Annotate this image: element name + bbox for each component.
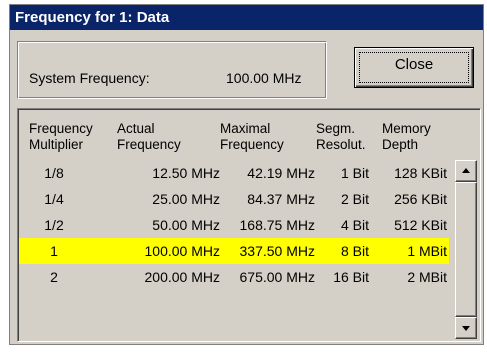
cell-memory-depth: 2 MBit [407,269,447,285]
system-frequency-label: System Frequency: [29,70,150,86]
cell-memory-depth: 1 MBit [407,243,447,259]
table-row[interactable]: 1/8 12.50 MHz 42.19 MHz 1 Bit 128 KBit [19,160,449,186]
header-frequency-multiplier: Frequency Multiplier [29,121,93,153]
cell-maximal-frequency: 42.19 MHz [247,165,315,181]
close-button[interactable]: Close [354,47,474,88]
header-line: Frequency [117,137,181,152]
cell-actual-frequency: 12.50 MHz [152,165,220,181]
header-line: Segm. [316,121,356,136]
header-segm-resolut: Segm. Resolut. [316,121,366,153]
header-maximal-frequency: Maximal Frequency [220,121,284,153]
system-frequency-value: 100.00 MHz [226,70,302,86]
cell-actual-frequency: 100.00 MHz [144,243,220,259]
arrow-up-icon [462,168,470,173]
cell-actual-frequency: 200.00 MHz [144,269,220,285]
vertical-scrollbar[interactable] [455,160,477,339]
scroll-up-button[interactable] [455,160,477,182]
window-title: Frequency for 1: Data [10,5,483,30]
header-line: Maximal [220,121,271,136]
header-line: Resolut. [316,137,366,152]
cell-memory-depth: 256 KBit [394,191,447,207]
cell-maximal-frequency: 675.00 MHz [239,269,315,285]
cell-maximal-frequency: 337.50 MHz [239,243,315,259]
focus-rect [359,52,469,83]
cell-segm-resolution: 8 Bit [340,243,369,259]
cell-multiplier: 2 [50,269,58,285]
cell-memory-depth: 512 KBit [394,217,447,233]
scrollbar-thumb[interactable] [455,182,477,317]
table-row[interactable]: 1/2 50.00 MHz 168.75 MHz 4 Bit 512 KBit [19,212,449,238]
table-row[interactable]: 2 200.00 MHz 675.00 MHz 16 Bit 2 MBit [19,264,449,290]
header-line: Memory [382,121,431,136]
cell-multiplier: 1/8 [44,165,64,181]
cell-multiplier: 1 [50,243,58,259]
cell-segm-resolution: 16 Bit [333,269,369,285]
header-line: Actual [117,121,155,136]
cell-multiplier: 1/2 [44,217,64,233]
header-line: Depth [382,137,419,152]
cell-multiplier: 1/4 [44,191,64,207]
header-line: Multiplier [29,137,84,152]
table-row[interactable]: 1/4 25.00 MHz 84.37 MHz 2 Bit 256 KBit [19,186,449,212]
cell-maximal-frequency: 168.75 MHz [239,217,315,233]
header-actual-frequency: Actual Frequency [117,121,181,153]
scroll-down-button[interactable] [455,317,477,339]
table-row-selected[interactable]: 1 100.00 MHz 337.50 MHz 8 Bit 1 MBit [19,238,449,264]
system-frequency-group: System Frequency: 100.00 MHz [17,41,327,99]
cell-segm-resolution: 4 Bit [340,217,369,233]
cell-maximal-frequency: 84.37 MHz [247,191,315,207]
arrow-down-icon [462,326,470,331]
header-line: Frequency [220,137,284,152]
frequency-list: Frequency Multiplier Actual Frequency Ma… [17,108,481,342]
cell-segm-resolution: 2 Bit [340,191,369,207]
cell-segm-resolution: 1 Bit [340,165,369,181]
cell-actual-frequency: 25.00 MHz [152,191,220,207]
cell-memory-depth: 128 KBit [394,165,447,181]
header-line: Frequency [29,121,93,136]
header-memory-depth: Memory Depth [382,121,431,153]
cell-actual-frequency: 50.00 MHz [152,217,220,233]
frequency-dialog: Frequency for 1: Data System Frequency: … [9,4,484,345]
